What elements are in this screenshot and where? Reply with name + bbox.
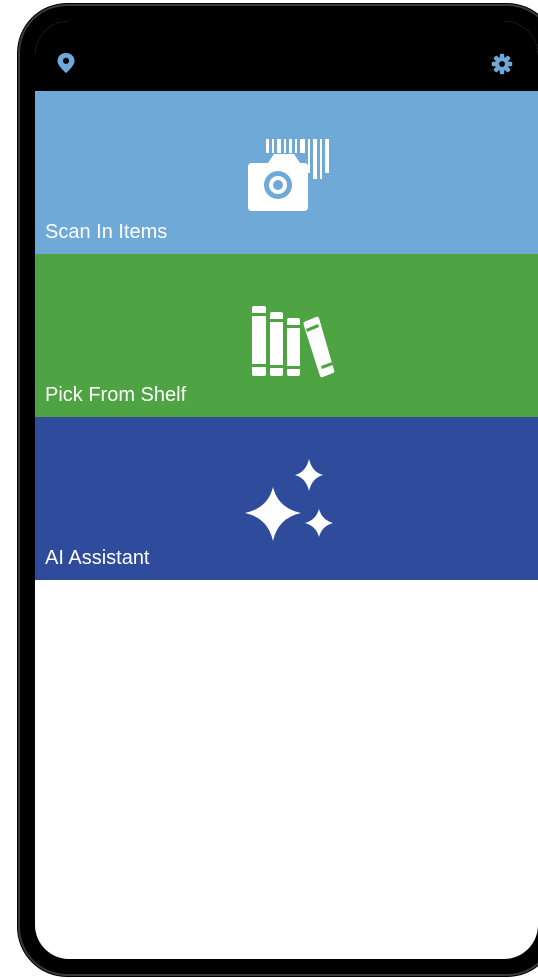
- pick-from-shelf-tile[interactable]: Pick From Shelf: [35, 254, 538, 417]
- pick-from-shelf-label: Pick From Shelf: [45, 384, 187, 406]
- ai-assistant-label: AI Assistant: [45, 547, 150, 569]
- phone-frame: Scan In Items Pick From Shelf AI Assista…: [17, 3, 538, 977]
- app-screen: Scan In Items Pick From Shelf AI Assista…: [35, 21, 538, 959]
- location-pin-icon[interactable]: [56, 52, 76, 74]
- books-icon: [251, 306, 334, 378]
- barcode-camera-icon: [247, 139, 329, 211]
- ai-assistant-tile[interactable]: AI Assistant: [35, 417, 538, 580]
- scan-in-items-tile[interactable]: Scan In Items: [35, 91, 538, 254]
- sparkles-icon: [244, 459, 333, 541]
- gear-icon[interactable]: [491, 53, 513, 75]
- top-bar: [35, 21, 538, 91]
- scan-in-items-label: Scan In Items: [45, 221, 168, 243]
